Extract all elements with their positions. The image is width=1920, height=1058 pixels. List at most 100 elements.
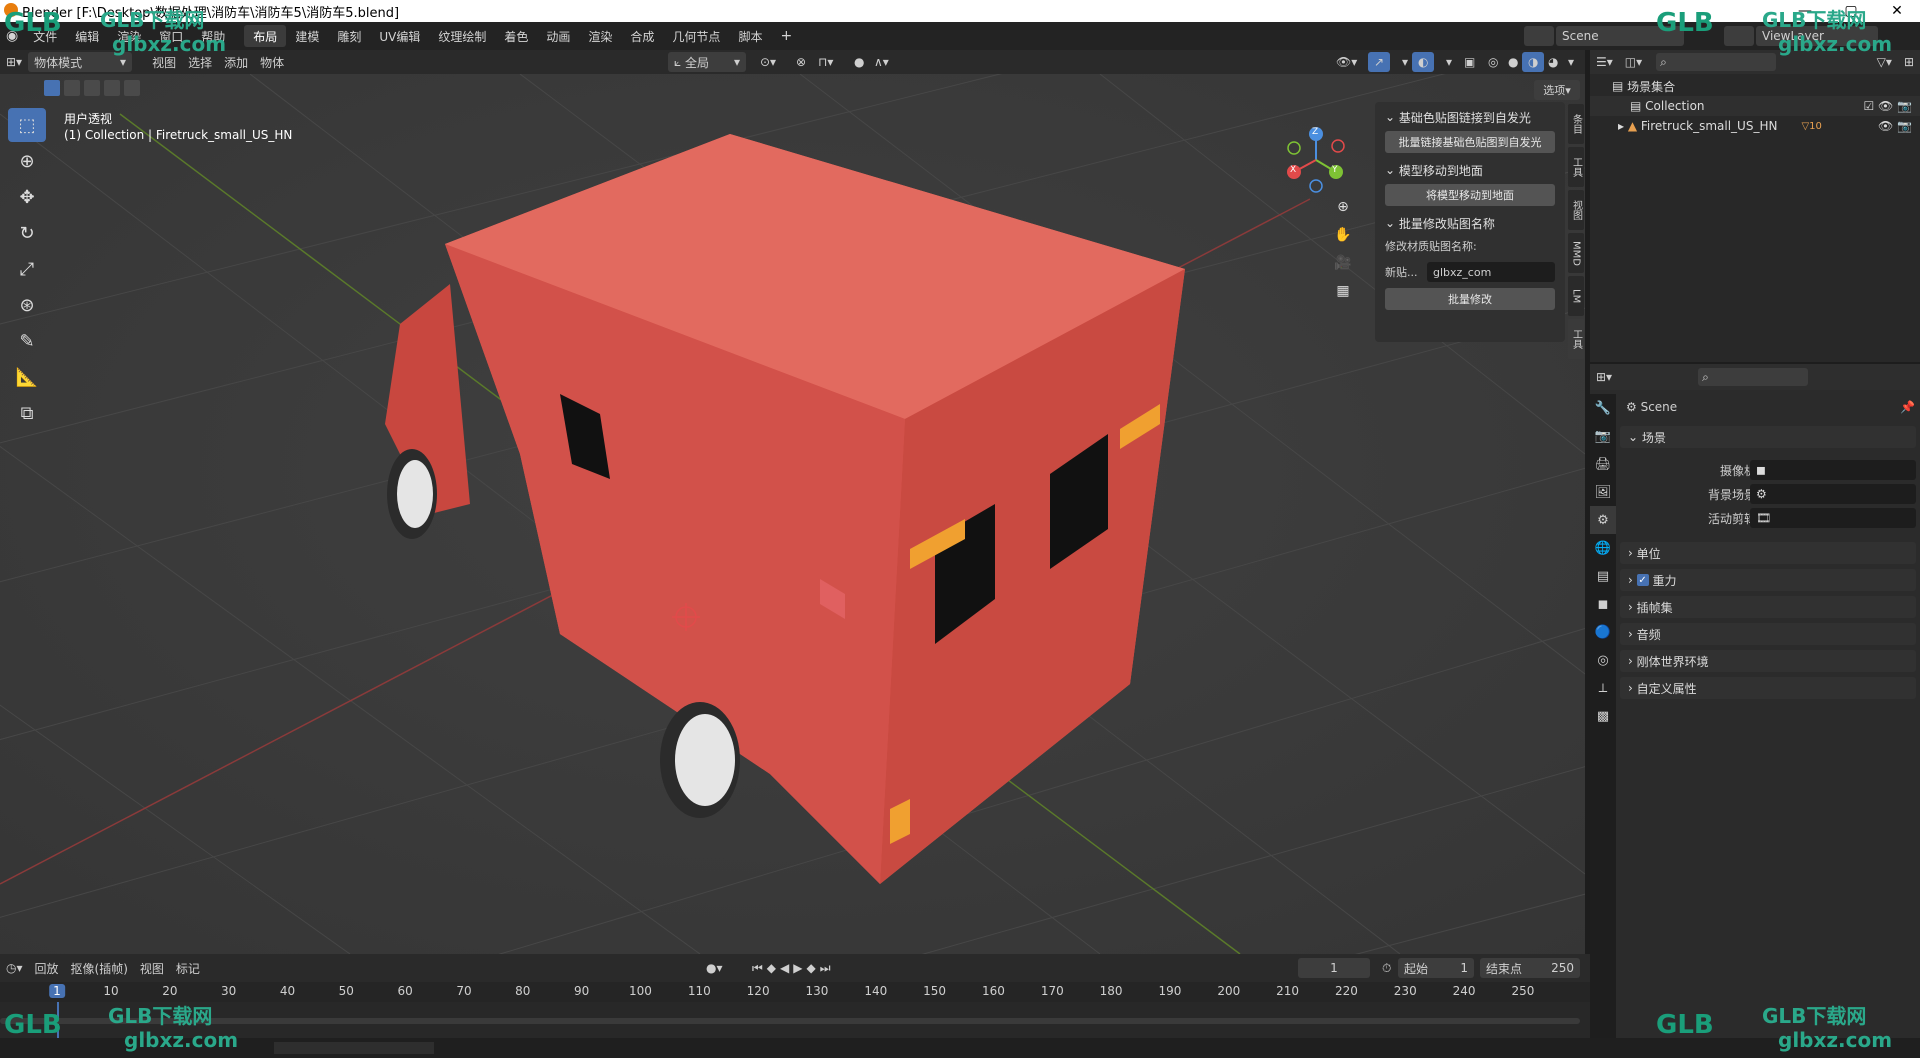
tab-mmd[interactable]: MMD	[1568, 233, 1584, 273]
editor-type-icon[interactable]: ⊞▾	[0, 52, 28, 72]
transform-tool-icon[interactable]: ⊛	[8, 288, 46, 322]
sec2-header[interactable]: ⌄ 模型移动到地面	[1375, 159, 1565, 181]
add-cube-tool-icon[interactable]: ⧉	[8, 396, 46, 430]
sec1-header[interactable]: ⌄ 基础色贴图链接到自发光	[1375, 106, 1565, 128]
close-button[interactable]: ✕	[1874, 0, 1920, 22]
rotate-tool-icon[interactable]: ↻	[8, 216, 46, 250]
tab-texture-paint[interactable]: 纹理绘制	[429, 25, 495, 47]
expand-arrow-icon[interactable]: ▸	[1618, 119, 1628, 133]
texture-tab-icon[interactable]: ▩	[1590, 702, 1616, 730]
shading-dropdown-icon[interactable]: ▾	[1562, 52, 1580, 72]
display-mode-icon[interactable]: ◫▾	[1619, 52, 1648, 72]
background-scene-field[interactable]: ⚙	[1750, 484, 1916, 504]
playback-controls[interactable]: ⏮◆◀▶◆⏭	[746, 958, 841, 978]
3d-viewport[interactable]: 用户透视 (1) Collection | Firetruck_small_US…	[0, 74, 1585, 954]
scene-collection-row[interactable]: ▤ 场景集合	[1590, 76, 1920, 96]
outliner-editor-icon[interactable]: ☰▾	[1590, 52, 1619, 72]
menu-playback[interactable]: 回放	[29, 958, 65, 978]
modifier-tab-icon[interactable]: 🔵	[1590, 618, 1616, 646]
tab-modeling[interactable]: 建模	[286, 25, 328, 47]
tab-scripting[interactable]: 脚本	[729, 25, 771, 47]
orientation-dropdown[interactable]: ⟀ 全局 ▾	[668, 52, 746, 72]
properties-editor-icon[interactable]: ⊞▾	[1590, 367, 1618, 387]
select-subtract-icon[interactable]	[84, 80, 100, 96]
select-box-icon[interactable]: ⬚	[8, 108, 46, 142]
visibility-icon[interactable]: 👁 📷	[1878, 119, 1912, 133]
options-dropdown[interactable]: 选项 ▾	[1534, 80, 1580, 100]
custom-props-section[interactable]: › 自定义属性	[1620, 677, 1916, 699]
new-name-input[interactable]: glbxz_com	[1427, 262, 1555, 282]
start-frame-field[interactable]: 起始 1	[1398, 958, 1474, 978]
active-clip-field[interactable]: 🎞	[1750, 508, 1916, 528]
camera-field[interactable]: ◼	[1750, 460, 1916, 480]
tool-tab-icon[interactable]: 🔧	[1590, 394, 1616, 422]
batch-rename-button[interactable]: 批量修改	[1385, 288, 1555, 310]
pan-hand-icon[interactable]: ✋	[1330, 222, 1356, 248]
overlay-toggle-icon[interactable]: ◐	[1412, 52, 1435, 72]
collection-tab-icon[interactable]: ▤	[1590, 562, 1616, 590]
tab-layout[interactable]: 布局	[244, 25, 287, 47]
gravity-checkbox[interactable]: ✓	[1636, 574, 1649, 586]
tab-animation[interactable]: 动画	[537, 25, 579, 47]
link-basecolor-emission-button[interactable]: 批量链接基础色贴图到自发光	[1385, 131, 1555, 153]
camera-view-icon[interactable]: 🎥	[1330, 250, 1356, 276]
scene-section[interactable]: ⌄ 场景	[1620, 426, 1916, 448]
perspective-grid-icon[interactable]: ▦	[1330, 278, 1356, 304]
collection-row[interactable]: ▤ Collection ☑ 👁 📷	[1590, 96, 1920, 116]
tab-rendering[interactable]: 渲染	[579, 25, 621, 47]
current-frame-field[interactable]: 1	[1298, 958, 1370, 978]
measure-tool-icon[interactable]: 📐	[8, 360, 46, 394]
tab-tool[interactable]: 工具	[1568, 147, 1584, 187]
menu-marker[interactable]: 标记	[170, 958, 206, 978]
constraint-tab-icon[interactable]: ⟂	[1590, 674, 1616, 702]
checkbox-icon[interactable]: ☑ 👁 📷	[1863, 99, 1912, 113]
output-tab-icon[interactable]: 🖨	[1590, 450, 1616, 478]
firetruck-row[interactable]: ▸ ▲ Firetruck_small_US_HN ▽10 👁 📷	[1590, 116, 1920, 136]
rigid-body-section[interactable]: › 刚体世界环境	[1620, 650, 1916, 672]
cursor-tool-icon[interactable]: ⊕	[8, 144, 46, 178]
timeline-scrollbar[interactable]	[0, 1018, 1580, 1024]
menu-tl-view[interactable]: 视图	[134, 958, 170, 978]
world-tab-icon[interactable]: 🌐	[1590, 534, 1616, 562]
select-extend-icon[interactable]	[64, 80, 80, 96]
view-layer-tab-icon[interactable]: 🖼	[1590, 478, 1616, 506]
tab-tools[interactable]: 工具	[1568, 319, 1584, 359]
properties-search-input[interactable]: ⌕	[1698, 368, 1809, 386]
zoom-icon[interactable]: ⊕	[1330, 194, 1356, 220]
clock-icon[interactable]: ⏱	[1376, 958, 1397, 978]
tab-compositing[interactable]: 合成	[621, 25, 663, 47]
pin-icon[interactable]: 📌	[1900, 400, 1915, 414]
scale-tool-icon[interactable]: ⤢	[8, 252, 46, 286]
timeline-ruler[interactable]: 1 10 20 30 40 50 60 70 80 90 100 110 120 130 140 150 160…	[0, 982, 1590, 1002]
tab-sculpting[interactable]: 雕刻	[328, 25, 370, 47]
select-invert-icon[interactable]	[104, 80, 120, 96]
timeline-body[interactable]	[0, 1002, 1590, 1038]
tab-lm[interactable]: LM	[1568, 276, 1584, 316]
menu-object[interactable]: 物体	[254, 52, 290, 72]
new-collection-icon[interactable]: ⊞	[1898, 52, 1920, 72]
select-intersect-icon[interactable]	[124, 80, 140, 96]
snap-target-icon[interactable]: ⊓▾	[812, 52, 839, 72]
tab-uv-editing[interactable]: UV编辑	[370, 25, 429, 47]
xray-icon[interactable]: ▣	[1458, 52, 1481, 72]
move-to-ground-button[interactable]: 将模型移动到地面	[1385, 184, 1555, 206]
tab-shading[interactable]: 着色	[495, 25, 537, 47]
pivot-icon[interactable]: ⊙▾	[754, 52, 782, 72]
record-icon[interactable]: ●▾	[700, 958, 729, 978]
gravity-section[interactable]: › ✓ 重力	[1620, 569, 1916, 591]
gizmo-toggle-icon[interactable]: ↗	[1368, 52, 1391, 72]
physics-tab-icon[interactable]: ◎	[1590, 646, 1616, 674]
navigation-gizmo[interactable]: Z X Y	[1278, 114, 1378, 214]
sec3-header[interactable]: ⌄ 批量修改贴图名称	[1375, 212, 1565, 234]
annotate-tool-icon[interactable]: ✎	[8, 324, 46, 358]
outliner-search-input[interactable]: ⌕	[1656, 53, 1777, 71]
move-tool-icon[interactable]: ✥	[8, 180, 46, 214]
visibility-icon[interactable]: 👁▾	[1330, 52, 1363, 72]
object-tab-icon[interactable]: ◼	[1590, 590, 1616, 618]
snap-icon[interactable]: ⊗	[790, 52, 812, 72]
add-workspace-icon[interactable]: +	[771, 25, 801, 47]
keying-sets-section[interactable]: › 插帧集	[1620, 596, 1916, 618]
end-frame-field[interactable]: 结束点 250	[1480, 958, 1580, 978]
view-layer-icon[interactable]	[1724, 26, 1754, 46]
overlay-dropdown-icon[interactable]: ▾	[1440, 52, 1458, 72]
